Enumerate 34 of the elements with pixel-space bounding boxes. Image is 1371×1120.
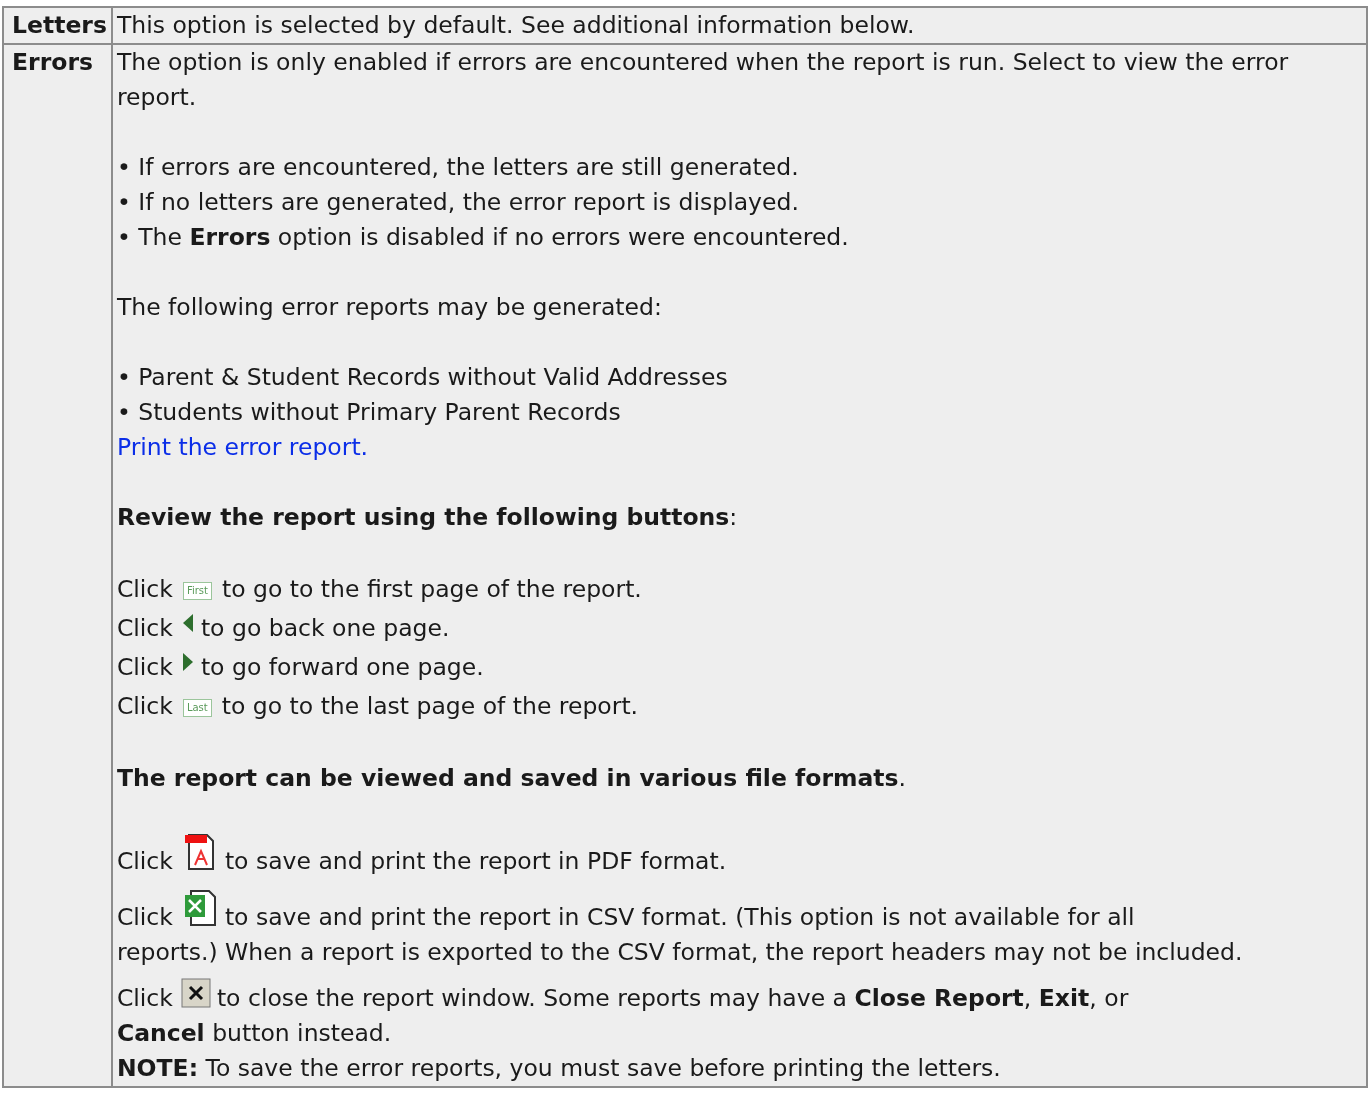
text-line: • If errors are encountered, the letters are still generated. <box>116 152 800 183</box>
instruction-text: to save and print the report in CSV format. (This option is not available for all <box>224 903 1135 931</box>
click-text: Click <box>116 653 173 681</box>
right-triangle-icon <box>180 651 195 673</box>
instruction-text: to close the report window. Some reports may have a Close Report, Exit, or <box>216 984 1129 1012</box>
text-line: This option is selected by default. See additional information below. <box>116 10 916 41</box>
text-line: NOTE: To save the error reports, you must save before printing the letters. <box>116 1053 1002 1084</box>
last-page-button-icon: First <box>182 582 212 600</box>
click-text: Click <box>116 614 173 642</box>
instruction-text: Cancel button instead. <box>116 1018 393 1049</box>
print-link[interactable]: Print the error report. <box>116 433 369 461</box>
option-name: Errors <box>3 44 112 1087</box>
text-line: • If no letters are generated, the error report is displayed. <box>116 187 800 218</box>
instruction-text: to go forward one page. <box>200 653 484 681</box>
text-line: The following error reports may be generated: <box>116 292 663 323</box>
text-line: • Parent & Student Records without Valid Addresses <box>116 362 729 393</box>
instruction-text: to go back one page. <box>200 614 450 642</box>
text-line: • Students without Primary Parent Records <box>116 397 622 428</box>
click-text: Click <box>116 903 173 931</box>
text-line: • The Errors option is disabled if no errors were encountered. <box>116 222 850 253</box>
click-text: Click <box>116 847 173 875</box>
click-text: Click <box>116 692 173 720</box>
text-line: Review the report using the following buttons: <box>116 502 739 533</box>
close-icon <box>180 978 211 1008</box>
text-line: The option is only enabled if errors are encountered when the report is run. Select to view the error report. <box>116 47 1290 113</box>
text-line: The report can be viewed and saved in various file formats. <box>116 763 908 794</box>
instruction-text: reports.) When a report is exported to the CSV format, the report headers may not be included. <box>116 937 1244 968</box>
instruction-text: to go to the first page of the report. <box>221 575 642 603</box>
option-name: Letters <box>3 7 112 44</box>
last-page-button-icon: Last <box>182 699 212 717</box>
instruction-text: to save and print the report in PDF format. <box>224 847 727 875</box>
instruction-text: to go to the last page of the report. <box>221 692 639 720</box>
click-text: Click <box>116 575 173 603</box>
click-text: Click <box>116 984 173 1012</box>
